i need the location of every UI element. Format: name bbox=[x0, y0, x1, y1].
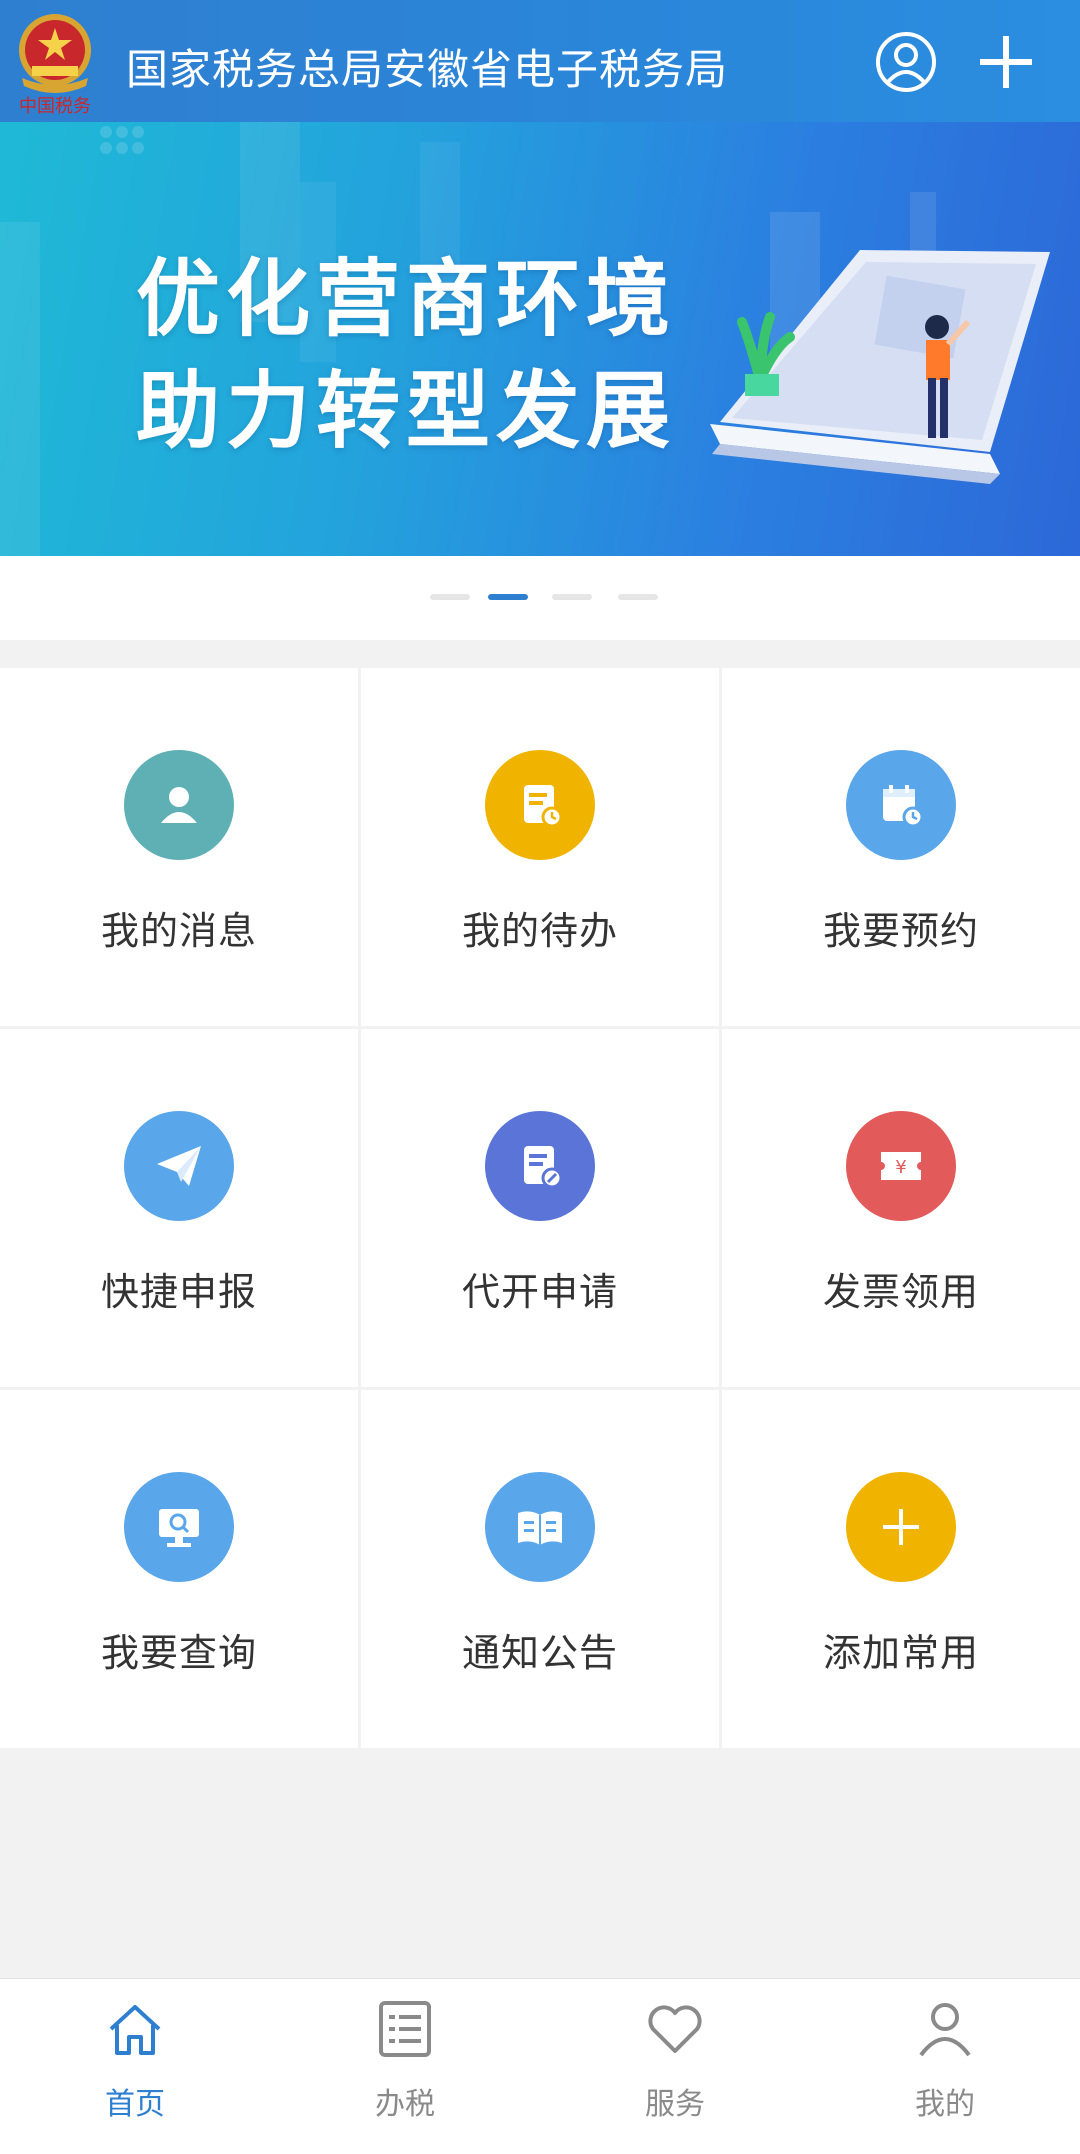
paper-plane-icon bbox=[124, 1111, 234, 1221]
nav-label: 办税 bbox=[375, 2087, 435, 2122]
grid-item-label: 通知公告 bbox=[461, 1631, 618, 1675]
grid-item-invoice-claim[interactable]: ¥ 发票领用 bbox=[722, 1029, 1080, 1387]
grid-item-query[interactable]: 我要查询 bbox=[0, 1390, 358, 1748]
invoice-yen-icon: ¥ bbox=[846, 1111, 956, 1221]
person-icon bbox=[124, 750, 234, 860]
add-button[interactable] bbox=[974, 30, 1038, 94]
grid-item-label: 快捷申报 bbox=[100, 1270, 257, 1314]
svg-text:¥: ¥ bbox=[895, 1157, 906, 1178]
monitor-search-icon bbox=[124, 1472, 234, 1582]
tax-emblem-icon: 中国税务 bbox=[12, 8, 98, 117]
quick-access-grid: 我的消息 我的待办 我要预约 快捷申报 代开申请 ¥ 发票领用 我要查询 通知公… bbox=[0, 668, 1080, 1748]
nav-item-home[interactable]: 首页 bbox=[0, 1979, 270, 2154]
nav-label: 首页 bbox=[105, 2087, 165, 2122]
grid-item-label: 我的待办 bbox=[461, 909, 618, 953]
nav-item-mine[interactable]: 我的 bbox=[810, 1979, 1080, 2154]
grid-item-label: 我的消息 bbox=[100, 909, 257, 953]
grid-item-label: 添加常用 bbox=[822, 1631, 979, 1675]
calendar-icon bbox=[846, 750, 956, 860]
svg-text:中国税务: 中国税务 bbox=[19, 96, 91, 116]
app-title: 国家税务总局安徽省电子税务局 bbox=[126, 45, 729, 94]
plus-icon bbox=[980, 36, 1032, 88]
grid-item-appointment[interactable]: 我要预约 bbox=[722, 668, 1080, 1026]
heart-icon bbox=[648, 2005, 702, 2053]
grid-item-label: 发票领用 bbox=[822, 1270, 979, 1314]
nav-label: 我的 bbox=[915, 2087, 975, 2122]
user-account-button[interactable] bbox=[874, 30, 938, 94]
user-circle-icon bbox=[876, 32, 936, 92]
open-book-icon bbox=[485, 1472, 595, 1582]
promo-banner[interactable]: 优化营商环境 助力转型发展 bbox=[0, 122, 1080, 556]
grid-item-label: 我要预约 bbox=[822, 909, 979, 953]
grid-item-label: 代开申请 bbox=[461, 1270, 618, 1314]
grid-item-label: 我要查询 bbox=[100, 1631, 257, 1675]
grid-item-invoice-application[interactable]: 代开申请 bbox=[361, 1029, 719, 1387]
grid-item-quick-filing[interactable]: 快捷申报 bbox=[0, 1029, 358, 1387]
banner-headline-2: 助力转型发展 bbox=[136, 362, 677, 460]
plus-icon bbox=[846, 1472, 956, 1582]
grid-item-my-messages[interactable]: 我的消息 bbox=[0, 668, 358, 1026]
grid-item-my-todos[interactable]: 我的待办 bbox=[361, 668, 719, 1026]
carousel-indicator bbox=[0, 594, 1080, 602]
carousel-dot-active[interactable] bbox=[488, 594, 528, 600]
app-header: 中国税务 国家税务总局安徽省电子税务局 bbox=[0, 0, 1080, 122]
grid-item-add-shortcut[interactable]: 添加常用 bbox=[722, 1390, 1080, 1748]
list-icon bbox=[379, 2001, 431, 2057]
nav-item-tax[interactable]: 办税 bbox=[270, 1979, 540, 2154]
banner-headline-1: 优化营商环境 bbox=[136, 250, 677, 348]
nav-item-service[interactable]: 服务 bbox=[540, 1979, 810, 2154]
user-icon bbox=[919, 2003, 971, 2057]
grid-item-notices[interactable]: 通知公告 bbox=[361, 1390, 719, 1748]
carousel-dot[interactable] bbox=[552, 594, 592, 600]
todo-clock-icon bbox=[485, 750, 595, 860]
nav-label: 服务 bbox=[645, 2087, 705, 2122]
carousel-dot[interactable] bbox=[618, 594, 658, 600]
home-icon bbox=[109, 2005, 161, 2055]
document-edit-icon bbox=[485, 1111, 595, 1221]
carousel-dot[interactable] bbox=[430, 594, 470, 600]
bottom-nav: 首页 办税 服务 我的 bbox=[0, 1978, 1080, 2154]
